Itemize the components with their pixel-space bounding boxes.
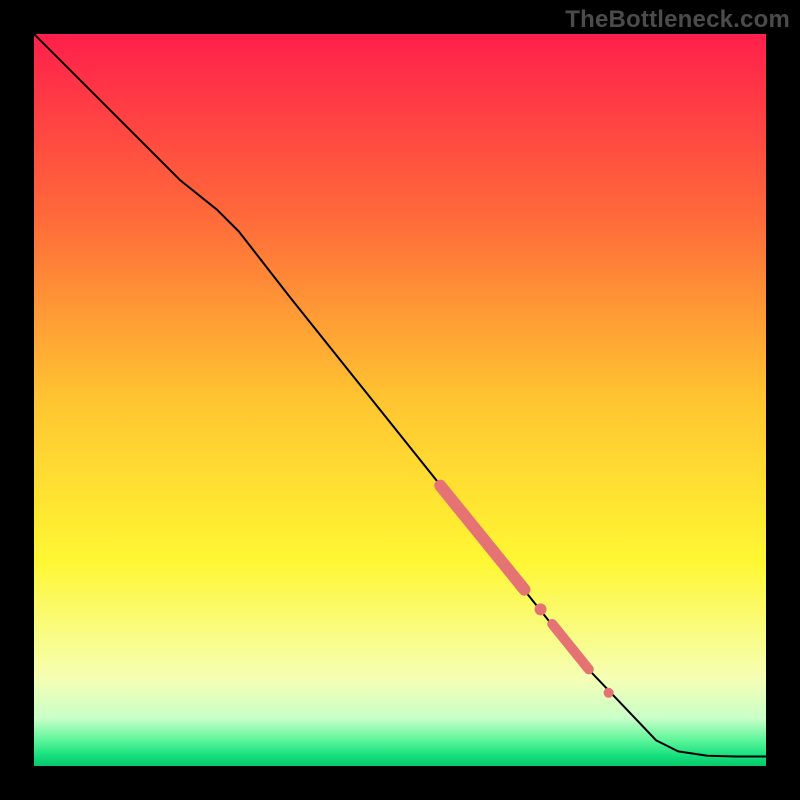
marker-dot-1 [535,603,547,615]
watermark-text: TheBottleneck.com [565,6,790,34]
marker-dot-2 [604,688,614,698]
chart-svg [34,34,766,766]
plot-area [34,34,766,766]
chart-frame: TheBottleneck.com [0,0,800,800]
